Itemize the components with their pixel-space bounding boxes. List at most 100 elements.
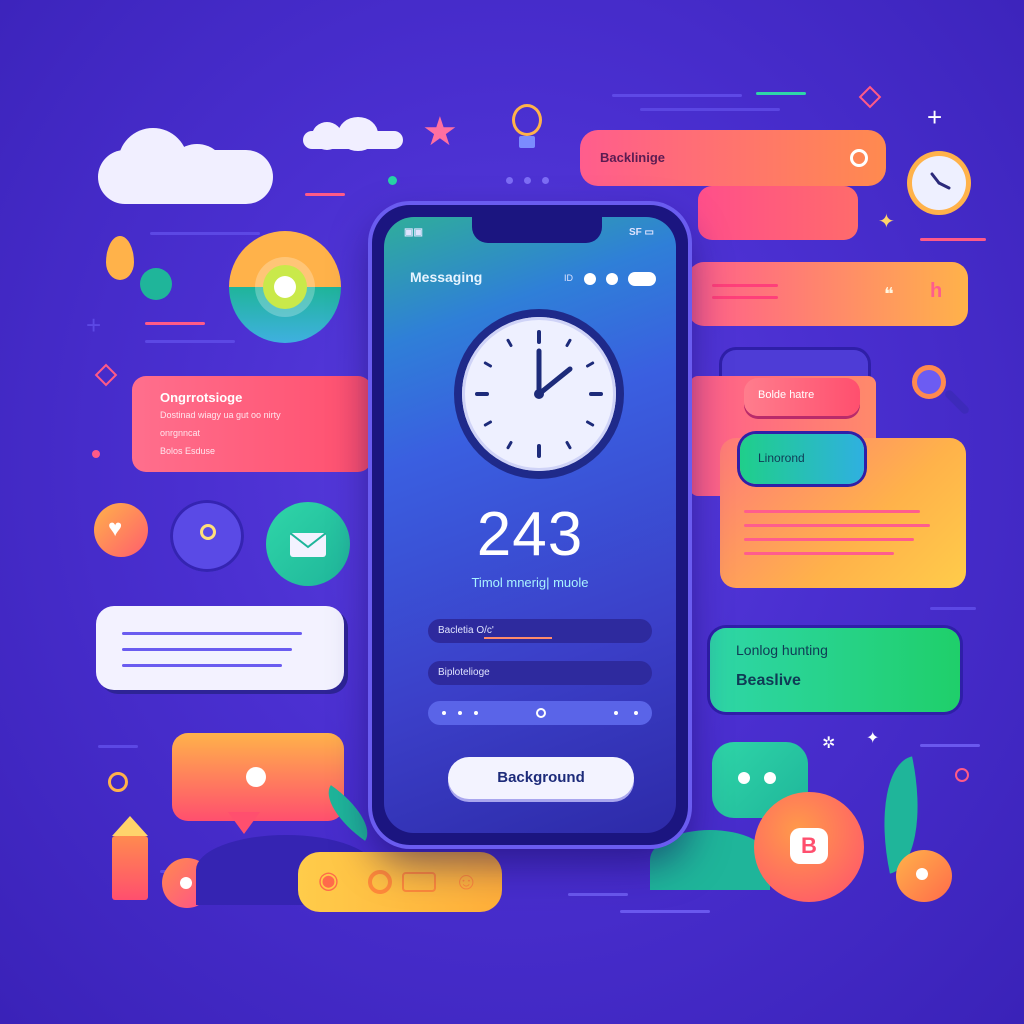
left-card-line: Bolos Esduse xyxy=(160,446,216,456)
badge-letter: B xyxy=(790,828,828,864)
wifi-icon[interactable]: ◉ xyxy=(318,866,339,895)
green-info-card[interactable] xyxy=(710,628,960,712)
slider-handle[interactable] xyxy=(536,708,546,718)
pencil-icon xyxy=(112,836,148,900)
small-chat-dot xyxy=(916,868,928,880)
sparkle-icon: ✦ xyxy=(866,730,880,747)
bubble-line xyxy=(122,648,292,651)
background-button[interactable]: Background xyxy=(448,757,634,799)
clock-tick xyxy=(565,338,572,348)
decor-bar xyxy=(698,186,858,240)
slider-dot xyxy=(634,711,638,715)
sticker-icon[interactable] xyxy=(402,872,436,892)
plus-icon: ✦ xyxy=(878,211,895,233)
clock-tick xyxy=(483,361,493,368)
deco-line xyxy=(756,92,806,95)
pin-icon xyxy=(106,236,134,280)
counter-value: 243 xyxy=(476,500,584,569)
deco-line xyxy=(640,108,780,111)
bar-line xyxy=(712,296,778,299)
card-line xyxy=(744,552,894,555)
search-icon[interactable] xyxy=(912,365,946,399)
chat-mini-icon: ❝ xyxy=(884,284,894,304)
clock-tick xyxy=(506,440,513,450)
bubble-line xyxy=(122,632,302,635)
counter-subtitle: Timol mnerig| muole xyxy=(471,575,589,590)
green-chat-dot xyxy=(738,772,750,784)
header-dot-icon[interactable] xyxy=(606,273,618,285)
slider-dot xyxy=(614,711,618,715)
clock-tick xyxy=(506,338,513,348)
header-toggle[interactable] xyxy=(628,272,656,286)
clock-tick xyxy=(483,420,493,427)
dot-icon xyxy=(388,176,397,185)
bubble-line xyxy=(122,664,282,667)
right-orange-bar[interactable] xyxy=(688,262,968,326)
search-icon-handle xyxy=(943,388,971,416)
deco-line xyxy=(930,607,976,610)
deco-line xyxy=(620,910,710,913)
card-line xyxy=(744,538,914,541)
deco-line xyxy=(305,193,345,196)
deco-line xyxy=(145,340,235,343)
deco-line xyxy=(145,322,205,325)
phone-screen: ▣▣ SF ▭ Messaging ID 243 Timol mnerig| m… xyxy=(384,217,676,833)
green-chat-dot xyxy=(764,772,776,784)
diamond-icon xyxy=(94,363,118,387)
emoji-icon[interactable]: ☺ xyxy=(454,868,479,896)
clock-ticks xyxy=(475,330,603,458)
left-card-line: onrgnncat xyxy=(160,428,201,438)
plus-icon: + xyxy=(927,102,943,132)
deco-line xyxy=(150,232,260,235)
gear-icon: ✲ xyxy=(822,735,836,752)
dot-icon xyxy=(542,177,549,184)
clock-tick xyxy=(585,361,595,368)
deco-line xyxy=(612,94,742,97)
left-card-line: Dostinad wiagy ua gut oo nirty xyxy=(160,410,281,420)
green-pill-label: Linorond xyxy=(758,451,805,465)
status-left: ▣▣ xyxy=(404,227,423,238)
app-title: Messaging xyxy=(410,269,483,285)
lightbulb-base xyxy=(519,136,535,148)
phone-device: ▣▣ SF ▭ Messaging ID 243 Timol mnerig| m… xyxy=(372,205,688,845)
h-mini-icon: h xyxy=(930,280,943,302)
green-card-subtitle: Beaslive xyxy=(736,672,801,689)
input-field-2[interactable]: Biplotelioge xyxy=(428,661,652,685)
chat-dot-icon xyxy=(246,767,266,787)
dot-icon xyxy=(140,268,172,300)
cloud xyxy=(168,144,226,200)
ring-icon xyxy=(955,768,969,782)
star-icon: ★ xyxy=(422,110,458,154)
header-dot-icon[interactable] xyxy=(584,273,596,285)
location-icon xyxy=(200,524,216,540)
bar-line xyxy=(712,284,778,287)
ring-button-icon[interactable] xyxy=(368,870,392,894)
slider-dot xyxy=(474,711,478,715)
pencil-tip xyxy=(112,816,148,836)
lightbulb-icon xyxy=(512,104,542,136)
deco-line xyxy=(920,744,980,747)
dot-icon xyxy=(524,177,531,184)
card-line xyxy=(744,524,930,527)
clock-tick xyxy=(585,420,595,427)
top-bar-toggle-icon[interactable] xyxy=(850,149,868,167)
header-icon[interactable]: ID xyxy=(564,273,573,283)
dot-icon xyxy=(506,177,513,184)
top-pill-label: Bolde hatre xyxy=(758,389,815,401)
input-field-1[interactable]: Bacletia O/c' xyxy=(428,619,652,643)
phone-notch xyxy=(472,217,602,243)
deco-line xyxy=(568,893,628,896)
slider-dot xyxy=(442,711,446,715)
dot-icon xyxy=(92,450,100,458)
mail-flap xyxy=(290,533,326,549)
ring-icon xyxy=(108,772,128,792)
cloud xyxy=(338,117,378,151)
left-card-title: Ongrrotsioge xyxy=(160,390,243,405)
plus-icon: + xyxy=(86,310,102,340)
status-right: SF ▭ xyxy=(628,227,654,238)
clock-tick xyxy=(565,440,572,450)
top-bar-label: Backlinige xyxy=(600,150,666,165)
deco-line xyxy=(920,238,986,241)
heart-icon: ♥ xyxy=(108,515,123,542)
small-chat-dot xyxy=(180,877,192,889)
